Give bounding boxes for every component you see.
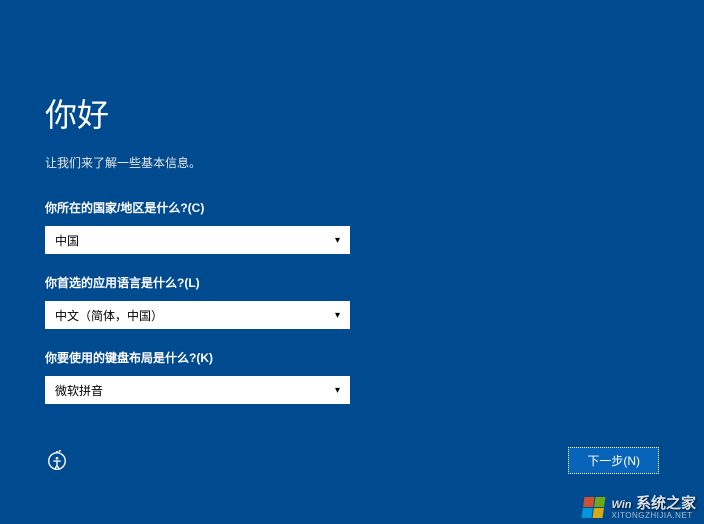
country-field: 你所在的国家/地区是什么?(C) 中国 ▾ — [45, 199, 659, 254]
chevron-down-icon: ▾ — [335, 385, 340, 396]
keyboard-label: 你要使用的键盘布局是什么?(K) — [45, 349, 659, 366]
footer-bar: 下一步(N) — [45, 447, 659, 474]
keyboard-field: 你要使用的键盘布局是什么?(K) 微软拼音 ▾ — [45, 349, 659, 404]
language-label: 你首选的应用语言是什么?(L) — [45, 274, 659, 291]
page-subtitle: 让我们来了解一些基本信息。 — [45, 154, 659, 171]
language-field: 你首选的应用语言是什么?(L) 中文（简体，中国） ▾ — [45, 274, 659, 329]
country-select[interactable]: 中国 ▾ — [45, 226, 350, 254]
watermark-prefix: Win — [611, 499, 631, 511]
language-select[interactable]: 中文（简体，中国） ▾ — [45, 301, 350, 329]
accessibility-icon[interactable] — [45, 449, 69, 473]
country-value: 中国 — [55, 232, 79, 249]
language-value: 中文（简体，中国） — [55, 307, 163, 324]
windows-logo-icon — [583, 497, 605, 519]
chevron-down-icon: ▾ — [335, 235, 340, 246]
chevron-down-icon: ▾ — [335, 310, 340, 321]
keyboard-select[interactable]: 微软拼音 ▾ — [45, 376, 350, 404]
country-label: 你所在的国家/地区是什么?(C) — [45, 199, 659, 216]
page-title: 你好 — [45, 90, 659, 136]
next-button[interactable]: 下一步(N) — [568, 447, 659, 474]
watermark-main: 系统之家 — [636, 495, 696, 512]
watermark: Win 系统之家 XITONGZHIJIA.NET — [583, 496, 696, 520]
watermark-sub: XITONGZHIJIA.NET — [611, 512, 696, 520]
keyboard-value: 微软拼音 — [55, 382, 103, 399]
